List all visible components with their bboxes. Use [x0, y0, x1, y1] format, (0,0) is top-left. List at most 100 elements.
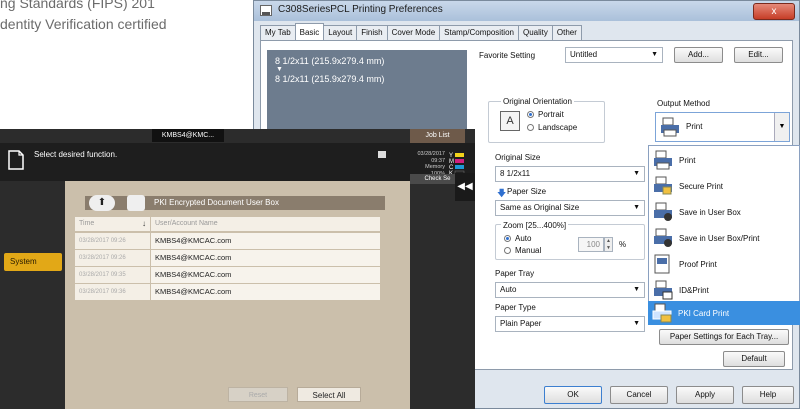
system-button[interactable]: System — [4, 253, 62, 271]
cancel-button[interactable]: Cancel — [610, 386, 668, 404]
mfp-control-panel: KMBS4@KMC... Job List Select desired fun… — [0, 129, 475, 409]
lock-print-icon — [654, 176, 672, 195]
output-option-label: Secure Print — [679, 182, 724, 191]
paper-size-label: Paper Size — [507, 187, 547, 196]
dialog-title: C308SeriesPCL Printing Preferences — [278, 4, 443, 15]
output-option-pki-card-print[interactable]: PKI Card Print — [648, 301, 800, 325]
paper-settings-button[interactable]: Paper Settings for Each Tray... — [659, 329, 789, 345]
tab-strip: My Tab Basic Layout Finish Cover Mode St… — [260, 23, 582, 40]
table-row[interactable]: 03/28/2017 09:35 KMBS4@KMCAC.com — [75, 267, 380, 283]
ok-button[interactable]: OK — [544, 386, 602, 404]
table-row[interactable]: 03/28/2017 09:26 KMBS4@KMCAC.com — [75, 233, 380, 249]
chevron-down-icon: ▼ — [651, 51, 658, 58]
row-time: 03/28/2017 09:36 — [75, 284, 150, 300]
output-method-value: Print — [686, 122, 703, 131]
tab-basic[interactable]: Basic — [294, 23, 325, 40]
original-size-label: Original Size — [495, 153, 541, 162]
reset-button[interactable]: Reset — [228, 387, 288, 402]
chevron-down-icon: ▼ — [633, 170, 640, 177]
tab-quality[interactable]: Quality — [517, 25, 553, 40]
row-time: 03/28/2017 09:35 — [75, 267, 150, 283]
tab-stamp-composition[interactable]: Stamp/Composition — [439, 25, 519, 40]
paper-type-select[interactable]: Plain Paper ▼ — [495, 316, 645, 332]
original-size-value: 8 1/2x11 — [500, 169, 531, 178]
landscape-radio[interactable] — [527, 124, 534, 131]
job-list-button[interactable]: Job List — [410, 129, 465, 143]
paper-type-value: Plain Paper — [500, 319, 542, 328]
favorite-setting-value: Untitled — [570, 50, 598, 59]
user-box-icon — [654, 202, 672, 221]
output-option-label: Save in User Box/Print — [679, 234, 760, 243]
notification-icon — [378, 151, 386, 158]
zoom-auto-label: Auto — [515, 234, 532, 243]
zoom-unit: % — [619, 240, 627, 249]
paper-tray-select[interactable]: Auto ▼ — [495, 282, 645, 298]
paper-size-select[interactable]: Same as Original Size ▼ — [495, 200, 645, 216]
row-user: KMBS4@KMCAC.com — [151, 250, 380, 266]
add-button[interactable]: Add... — [674, 47, 723, 63]
pki-card-print-icon — [652, 303, 672, 323]
tab-other[interactable]: Other — [551, 25, 582, 40]
sort-arrow-icon: ↓ — [142, 219, 146, 228]
output-option-label: ID&Print — [679, 286, 709, 295]
column-time[interactable]: Time ↓ — [75, 217, 150, 231]
output-option-save-in-user-box[interactable]: Save in User Box — [649, 200, 799, 225]
default-button[interactable]: Default — [723, 351, 785, 367]
output-option-proof-print[interactable]: Proof Print — [649, 252, 799, 277]
output-option-id-print[interactable]: ID&Print — [649, 278, 799, 303]
select-all-button[interactable]: Select All — [297, 387, 361, 402]
zoom-stepper[interactable]: ▲ ▼ — [604, 237, 613, 252]
row-user: KMBS4@KMCAC.com — [151, 233, 380, 249]
paper-tray-label: Paper Tray — [495, 269, 535, 278]
zoom-value-input[interactable]: 100 — [578, 237, 604, 252]
portrait-page-icon: A — [500, 111, 520, 131]
help-button[interactable]: Help — [742, 386, 794, 404]
close-button[interactable]: x — [753, 3, 795, 20]
column-time-label: Time — [79, 220, 95, 227]
chevron-down-icon: ▼ — [774, 113, 789, 141]
favorite-setting-select[interactable]: Untitled ▼ — [565, 47, 663, 63]
output-option-label: PKI Card Print — [678, 309, 730, 318]
edit-button[interactable]: Edit... — [734, 47, 783, 63]
tab-layout[interactable]: Layout — [323, 25, 358, 40]
tab-finish[interactable]: Finish — [356, 25, 388, 40]
portrait-radio[interactable] — [527, 111, 534, 118]
down-arrow-icon: ▼ — [276, 66, 283, 73]
output-method-label: Output Method — [657, 99, 710, 108]
output-option-save-in-user-box-print[interactable]: Save in User Box/Print — [649, 226, 799, 251]
row-user: KMBS4@KMCAC.com — [151, 267, 380, 283]
background-text-line2: dentity Verification certified — [0, 16, 167, 32]
output-option-print[interactable]: Print — [649, 148, 799, 173]
column-user[interactable]: User/Account Name — [151, 217, 380, 231]
logged-in-user-tab: KMBS4@KMC... — [152, 129, 224, 142]
preview-original-size: 8 1/2x11 (215.9x279.4 mm) — [275, 56, 385, 66]
output-option-label: Save in User Box — [679, 208, 741, 217]
row-time: 03/28/2017 09:26 — [75, 233, 150, 249]
apply-button[interactable]: Apply — [676, 386, 734, 404]
print-icon — [654, 150, 672, 170]
original-size-select[interactable]: 8 1/2x11 ▼ — [495, 166, 645, 182]
row-time: 03/28/2017 09:26 — [75, 250, 150, 266]
preview-paper-size: 8 1/2x11 (215.9x279.4 mm) — [275, 74, 385, 84]
zoom-manual-radio[interactable] — [504, 247, 511, 254]
paper-tray-value: Auto — [500, 285, 517, 294]
zoom-label: Zoom [25...400%] — [501, 221, 569, 230]
chevron-down-icon: ▼ — [633, 320, 640, 327]
user-box-icon[interactable] — [127, 195, 145, 211]
paper-type-label: Paper Type — [495, 303, 536, 312]
collapse-panel-button[interactable]: ◀◀ — [455, 173, 475, 201]
table-row[interactable]: 03/28/2017 09:26 KMBS4@KMCAC.com — [75, 250, 380, 266]
tab-my-tab[interactable]: My Tab — [260, 25, 296, 40]
box-title: PKI Encrypted Document User Box — [154, 198, 279, 207]
output-method-select[interactable]: Print ▼ — [655, 112, 790, 142]
portrait-label: Portrait — [538, 110, 564, 119]
output-option-secure-print[interactable]: Secure Print — [649, 174, 799, 199]
zoom-auto-radio[interactable] — [504, 235, 511, 242]
up-level-button[interactable]: ⬆ — [89, 195, 115, 211]
tab-cover-mode[interactable]: Cover Mode — [386, 25, 441, 40]
proof-print-icon — [654, 254, 670, 274]
table-row[interactable]: 03/28/2017 09:36 KMBS4@KMCAC.com — [75, 284, 380, 300]
id-print-icon — [654, 280, 673, 300]
orientation-label: Original Orientation — [501, 97, 574, 106]
paper-size-value: Same as Original Size — [500, 203, 580, 212]
